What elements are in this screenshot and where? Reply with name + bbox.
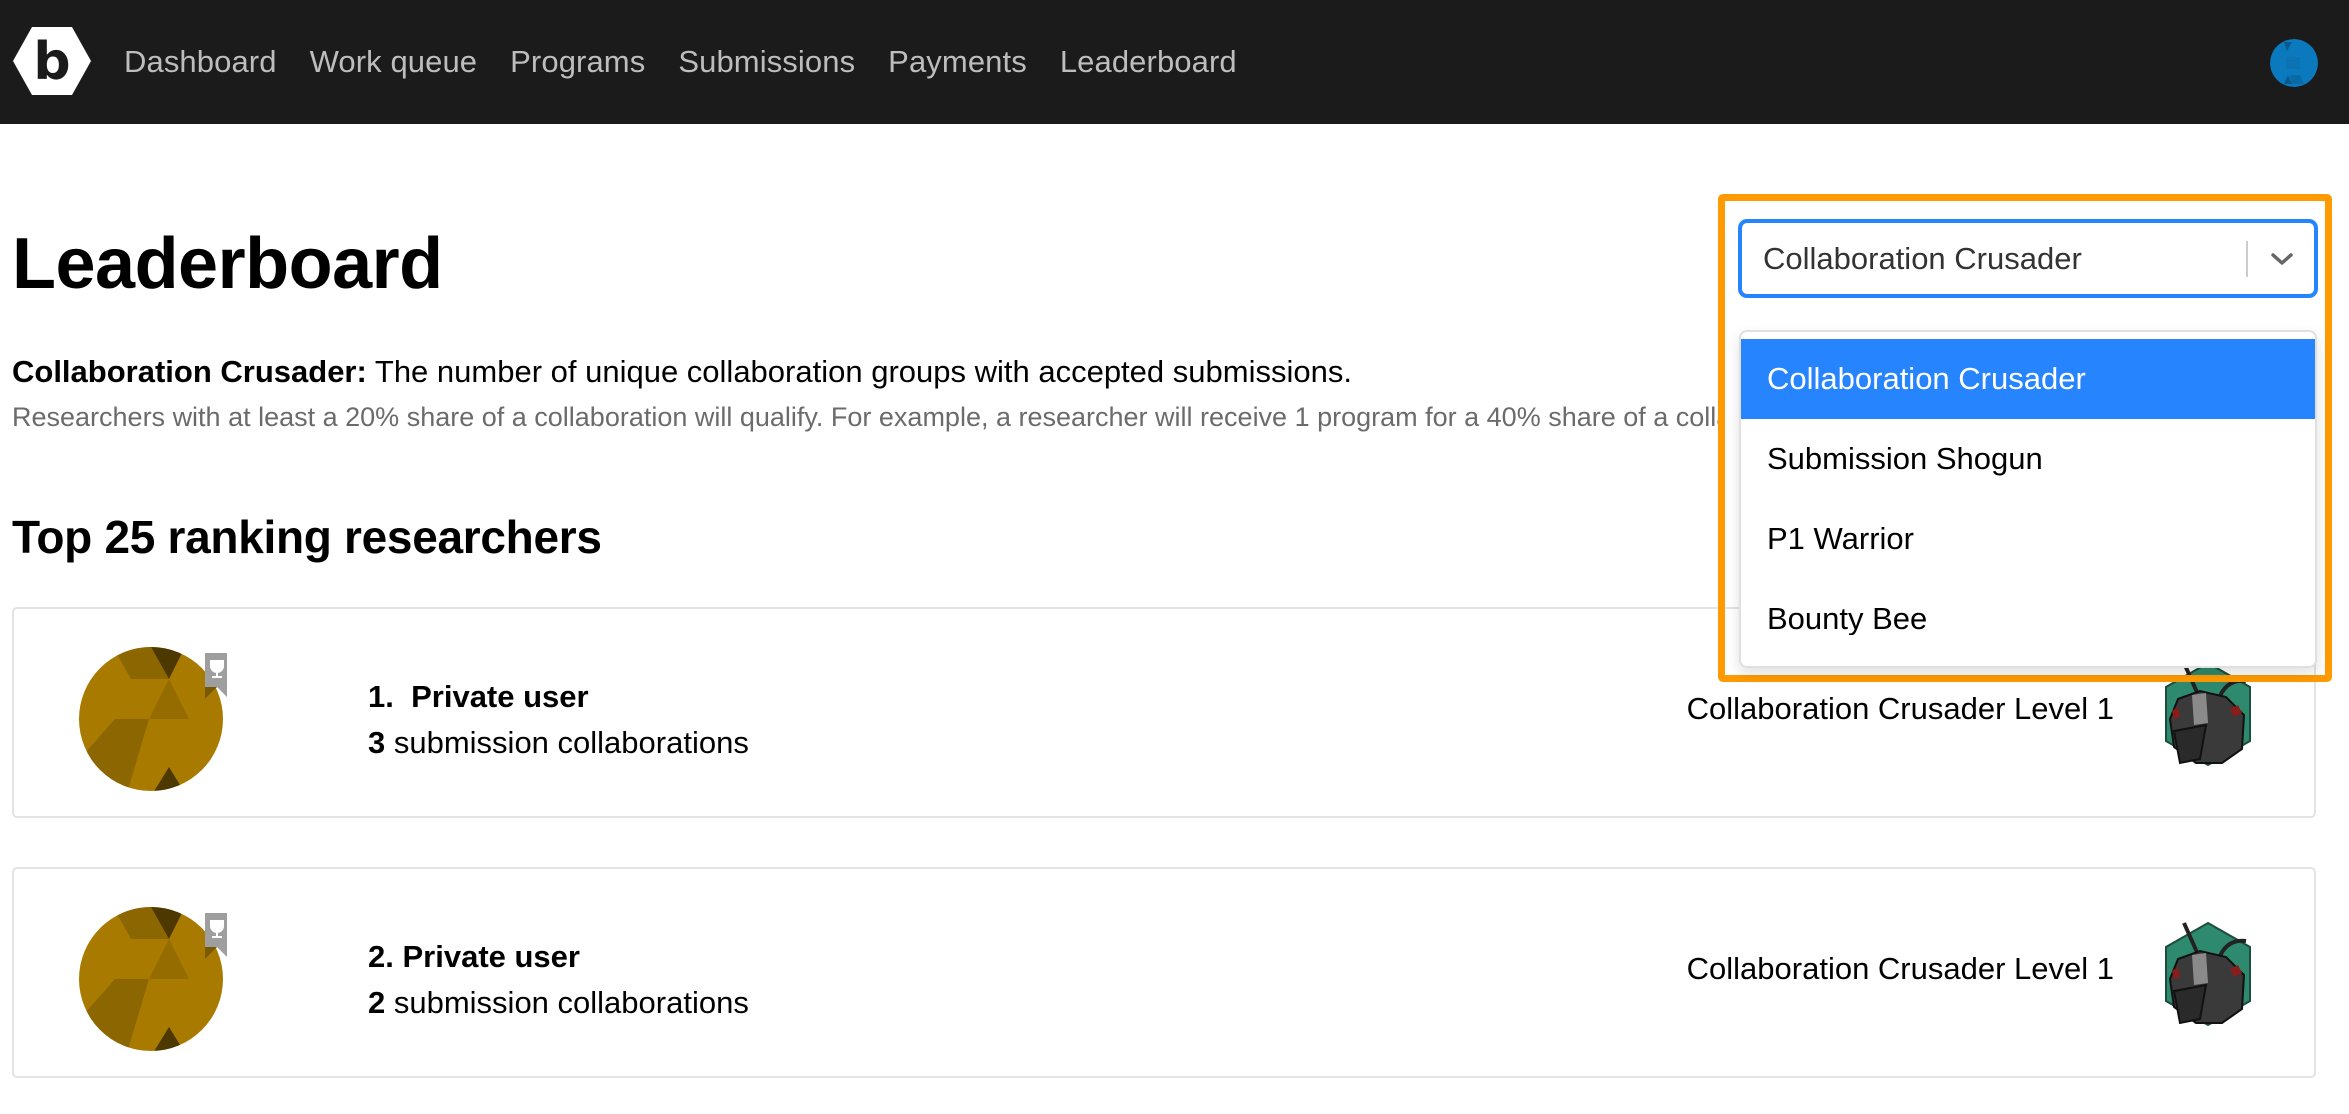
level-label: Collaboration Crusader Level 1 [1686,951,2114,986]
researcher-avatar-icon [79,647,227,791]
count-label: submission collaborations [385,725,749,760]
researcher-name[interactable]: 2. Private user [368,935,749,979]
ranking-card: 2. Private user 2 submission collaborati… [12,867,2316,1078]
level-label: Collaboration Crusader Level 1 [1686,691,2114,726]
category-option-submission-shogun[interactable]: Submission Shogun [1741,419,2315,499]
category-dropdown-menu[interactable]: Collaboration Crusader Submission Shogun… [1739,330,2317,668]
researcher-avatar [75,643,227,795]
nav-dashboard[interactable]: Dashboard [124,44,277,80]
nav-leaderboard[interactable]: Leaderboard [1060,44,1237,80]
collaboration-count: 3 submission collaborations [368,719,749,767]
collaboration-count: 2 submission collaborations [368,979,749,1027]
level-badge [2156,659,2260,769]
category-option-collaboration-crusader[interactable]: Collaboration Crusader [1741,339,2315,419]
researcher-avatar [75,903,227,1055]
researcher-name-text: Private user [411,679,589,714]
chevron-down-icon[interactable] [2264,241,2300,277]
logo-hexagon-icon: b [13,27,91,95]
researcher-avatar-icon [79,907,227,1051]
top-navbar: b Dashboard Work queue Programs Submissi… [0,0,2349,124]
ant-badge-icon [2165,661,2251,767]
ranking-info: 2. Private user 2 submission collaborati… [368,935,749,1027]
category-select[interactable]: Collaboration Crusader [1738,219,2318,298]
level-badge [2156,919,2260,1029]
category-description-text: The number of unique collaboration group… [366,354,1352,389]
category-options-list[interactable]: Collaboration Crusader Submission Shogun… [1741,339,2315,635]
rank-number: 1. [368,679,394,714]
category-name: Collaboration Crusader: [12,354,367,389]
researcher-name-text: Private user [402,939,580,974]
researcher-name[interactable]: 1. Private user [368,675,749,719]
nav-submissions[interactable]: Submissions [678,44,855,80]
count-value: 3 [368,725,386,760]
count-label: submission collaborations [385,985,749,1020]
ant-badge-icon [2165,921,2251,1027]
nav-programs[interactable]: Programs [510,44,645,80]
category-option-bounty-bee[interactable]: Bounty Bee [1741,579,2315,635]
bugcrowd-logo[interactable]: b [12,26,92,96]
user-avatar-icon [2270,39,2318,87]
category-select-value: Collaboration Crusader [1763,241,2082,276]
page-title: Leaderboard [12,224,443,304]
category-description: Collaboration Crusader: The number of un… [12,354,1352,390]
nav-work-queue[interactable]: Work queue [310,44,478,80]
logo-letter: b [33,32,70,92]
category-option-p1-warrior[interactable]: P1 Warrior [1741,499,2315,579]
nav-payments[interactable]: Payments [888,44,1027,80]
rank-number: 2. [368,939,394,974]
count-value: 2 [368,985,386,1020]
main-nav: Dashboard Work queue Programs Submission… [124,0,1270,124]
select-separator [2246,241,2248,277]
user-avatar[interactable] [2270,39,2318,87]
section-title: Top 25 ranking researchers [12,511,602,563]
category-note: Researchers with at least a 20% share of… [12,402,1718,432]
ranking-info: 1. Private user 3 submission collaborati… [368,675,749,767]
